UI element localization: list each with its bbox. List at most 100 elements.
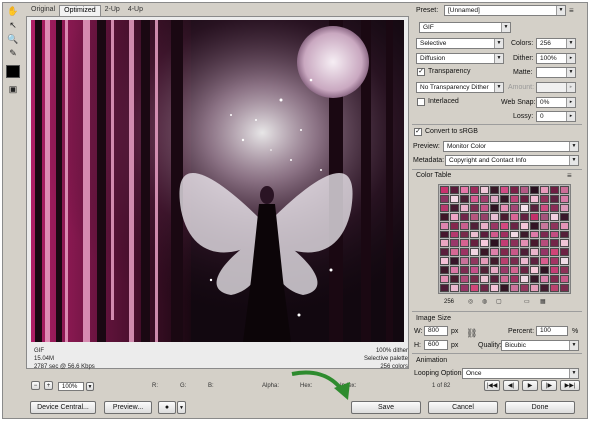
color-swatch[interactable] bbox=[510, 275, 519, 284]
eyedropper-color-swatch[interactable] bbox=[6, 65, 20, 78]
color-swatch[interactable] bbox=[450, 239, 459, 248]
color-swatch[interactable] bbox=[510, 248, 519, 257]
color-swatch[interactable] bbox=[490, 230, 499, 239]
color-swatch[interactable] bbox=[440, 239, 449, 248]
color-swatch[interactable] bbox=[460, 230, 469, 239]
slice-select-tool-icon[interactable]: ↖ bbox=[6, 19, 20, 32]
color-swatch[interactable] bbox=[490, 221, 499, 230]
color-swatch[interactable] bbox=[480, 248, 489, 257]
color-swatch[interactable] bbox=[510, 221, 519, 230]
color-swatch[interactable] bbox=[520, 239, 529, 248]
color-swatch[interactable] bbox=[470, 230, 479, 239]
hand-tool-icon[interactable]: ✋ bbox=[6, 5, 20, 18]
optimized-image-preview[interactable] bbox=[31, 20, 404, 342]
color-swatch[interactable] bbox=[520, 257, 529, 266]
looping-options-select[interactable]: Once ▼ bbox=[462, 368, 579, 379]
color-swatch[interactable] bbox=[540, 230, 549, 239]
new-color-icon[interactable]: ▭ bbox=[524, 298, 530, 305]
last-frame-button[interactable]: ▶▶| bbox=[560, 380, 580, 391]
color-swatch[interactable] bbox=[460, 257, 469, 266]
color-swatch[interactable] bbox=[500, 203, 509, 212]
color-swatch[interactable] bbox=[490, 248, 499, 257]
color-swatch[interactable] bbox=[510, 239, 519, 248]
color-swatch[interactable] bbox=[560, 275, 569, 284]
color-swatch[interactable] bbox=[490, 257, 499, 266]
color-swatch[interactable] bbox=[470, 275, 479, 284]
color-swatch[interactable] bbox=[520, 230, 529, 239]
color-swatch[interactable] bbox=[500, 275, 509, 284]
color-swatch[interactable] bbox=[530, 186, 539, 194]
color-swatch[interactable] bbox=[440, 212, 449, 221]
color-swatch[interactable] bbox=[440, 248, 449, 257]
color-swatch[interactable] bbox=[540, 266, 549, 275]
browser-dropdown-chevron-down-icon[interactable]: ▼ bbox=[177, 401, 186, 414]
color-swatch[interactable] bbox=[550, 275, 559, 284]
color-swatch[interactable] bbox=[560, 212, 569, 221]
color-swatch[interactable] bbox=[530, 194, 539, 203]
color-swatch[interactable] bbox=[490, 212, 499, 221]
color-swatch[interactable] bbox=[550, 284, 559, 292]
color-swatch[interactable] bbox=[470, 186, 479, 194]
color-swatch[interactable] bbox=[550, 221, 559, 230]
color-swatch[interactable] bbox=[460, 212, 469, 221]
color-swatch[interactable] bbox=[520, 275, 529, 284]
color-swatch[interactable] bbox=[540, 212, 549, 221]
color-swatch[interactable] bbox=[520, 203, 529, 212]
color-swatch[interactable] bbox=[470, 221, 479, 230]
color-swatch[interactable] bbox=[550, 230, 559, 239]
dither-amount-field[interactable]: 100% ▸ bbox=[536, 53, 576, 64]
color-swatch[interactable] bbox=[440, 230, 449, 239]
color-swatch[interactable] bbox=[550, 203, 559, 212]
color-swatch[interactable] bbox=[460, 284, 469, 292]
color-swatch[interactable] bbox=[460, 203, 469, 212]
color-swatch[interactable] bbox=[500, 266, 509, 275]
zoom-dropdown-chevron-down-icon[interactable]: ▼ bbox=[86, 382, 94, 391]
color-swatch[interactable] bbox=[510, 194, 519, 203]
color-swatch[interactable] bbox=[520, 266, 529, 275]
color-swatch[interactable] bbox=[540, 221, 549, 230]
color-swatch[interactable] bbox=[470, 212, 479, 221]
optimize-menu-icon[interactable]: ≡ bbox=[569, 6, 574, 15]
transparency-dither-select[interactable]: No Transparency Dither ▼ bbox=[416, 82, 504, 93]
color-swatch[interactable] bbox=[520, 248, 529, 257]
color-swatch[interactable] bbox=[470, 248, 479, 257]
color-swatch[interactable] bbox=[480, 230, 489, 239]
color-swatch[interactable] bbox=[440, 284, 449, 292]
color-swatch[interactable] bbox=[550, 257, 559, 266]
color-swatch[interactable] bbox=[480, 194, 489, 203]
color-swatch[interactable] bbox=[440, 221, 449, 230]
color-swatch[interactable] bbox=[520, 221, 529, 230]
color-swatch[interactable] bbox=[510, 230, 519, 239]
color-swatch[interactable] bbox=[540, 194, 549, 203]
color-swatch[interactable] bbox=[460, 266, 469, 275]
color-swatch[interactable] bbox=[550, 212, 559, 221]
color-swatch[interactable] bbox=[550, 266, 559, 275]
browser-icon[interactable]: ● bbox=[158, 401, 176, 414]
color-swatch[interactable] bbox=[530, 230, 539, 239]
color-swatch[interactable] bbox=[500, 248, 509, 257]
color-swatch[interactable] bbox=[540, 257, 549, 266]
color-swatch[interactable] bbox=[560, 239, 569, 248]
done-button[interactable]: Done bbox=[505, 401, 575, 414]
color-swatch[interactable] bbox=[490, 275, 499, 284]
toggle-slices-icon[interactable]: ▣ bbox=[6, 83, 20, 96]
color-swatch[interactable] bbox=[540, 203, 549, 212]
color-swatch[interactable] bbox=[530, 266, 539, 275]
color-swatch[interactable] bbox=[480, 275, 489, 284]
color-swatch[interactable] bbox=[530, 212, 539, 221]
zoom-out-button[interactable]: − bbox=[31, 381, 40, 390]
color-swatch[interactable] bbox=[530, 221, 539, 230]
color-swatch[interactable] bbox=[460, 194, 469, 203]
color-swatch[interactable] bbox=[540, 284, 549, 292]
color-swatch[interactable] bbox=[470, 284, 479, 292]
color-swatch[interactable] bbox=[440, 266, 449, 275]
color-swatch[interactable] bbox=[450, 221, 459, 230]
color-swatch[interactable] bbox=[500, 257, 509, 266]
color-swatch[interactable] bbox=[490, 239, 499, 248]
color-swatch[interactable] bbox=[510, 212, 519, 221]
color-swatch[interactable] bbox=[450, 186, 459, 194]
color-swatch[interactable] bbox=[560, 194, 569, 203]
color-swatch[interactable] bbox=[490, 284, 499, 292]
color-swatch[interactable] bbox=[550, 239, 559, 248]
color-swatch[interactable] bbox=[560, 284, 569, 292]
